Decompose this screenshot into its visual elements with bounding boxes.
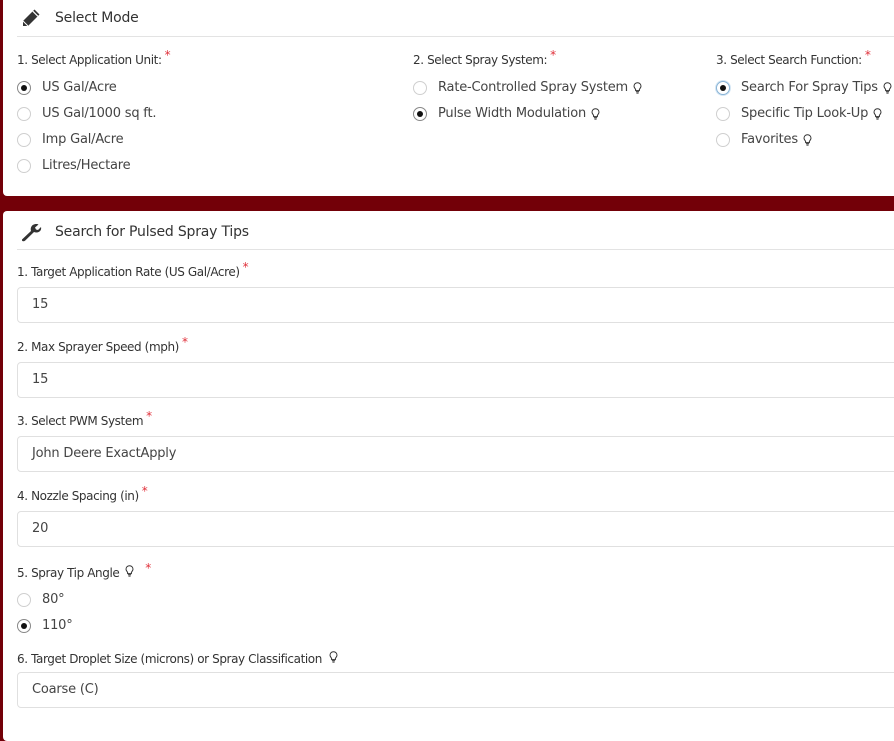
radio-button[interactable] <box>17 132 31 147</box>
application-unit-label-text: 1. Select Application Unit: <box>17 53 162 67</box>
tip-angle-label-text: 5. Spray Tip Angle <box>17 566 120 580</box>
radio-us-gal-acre[interactable]: US Gal/Acre <box>17 80 117 95</box>
radio-button[interactable] <box>17 106 31 121</box>
radio-label: Search For Spray Tips <box>741 80 878 95</box>
radio-label: Rate-Controlled Spray System <box>438 80 629 95</box>
lightbulb-icon[interactable] <box>329 651 338 663</box>
radio-litres-hectare[interactable]: Litres/Hectare <box>17 158 131 173</box>
tip-angle-label: 5. Spray Tip Angle * <box>17 561 151 580</box>
radio-favorites[interactable]: Favorites <box>716 132 812 147</box>
wrench-icon <box>19 221 43 243</box>
nozzle-spacing-input[interactable]: 20 <box>17 511 894 547</box>
radio-button[interactable] <box>17 158 31 173</box>
droplet-size-select[interactable]: Coarse (C) <box>17 672 894 708</box>
radio-angle-80[interactable]: 80° <box>17 592 65 607</box>
max-speed-label-text: 2. Max Sprayer Speed (mph) <box>17 340 179 354</box>
droplet-size-label: 6. Target Droplet Size (microns) or Spra… <box>17 651 338 666</box>
radio-search-spray-tips[interactable]: Search For Spray Tips <box>716 80 892 95</box>
search-pulsed-title: Search for Pulsed Spray Tips <box>55 224 249 240</box>
pwm-system-label-text: 3. Select PWM System <box>17 414 144 428</box>
select-mode-title: Select Mode <box>55 10 139 26</box>
required-asterisk: * <box>145 561 151 575</box>
lightbulb-icon[interactable] <box>591 108 600 120</box>
pwm-system-select[interactable]: John Deere ExactApply <box>17 436 894 472</box>
radio-button[interactable] <box>413 106 427 121</box>
radio-button[interactable] <box>716 106 730 121</box>
max-speed-label: 2. Max Sprayer Speed (mph) * <box>17 335 188 354</box>
radio-label: Specific Tip Look-Up <box>741 106 869 121</box>
select-mode-header: Select Mode <box>17 0 894 37</box>
application-rate-label: 1. Target Application Rate (US Gal/Acre)… <box>17 260 249 279</box>
required-asterisk: * <box>181 335 188 349</box>
select-mode-card: Select Mode 1. Select Application Unit: *… <box>3 0 894 196</box>
radio-button[interactable] <box>17 618 31 633</box>
droplet-size-label-text: 6. Target Droplet Size (microns) or Spra… <box>17 652 322 666</box>
search-function-label: 3. Select Search Function: * <box>716 48 871 67</box>
spray-system-label-text: 2. Select Spray System: <box>413 53 548 67</box>
spray-system-label: 2. Select Spray System: * <box>413 48 556 67</box>
lightbulb-icon[interactable] <box>873 108 882 120</box>
required-asterisk: * <box>164 48 171 62</box>
search-pulsed-tips-card: Search for Pulsed Spray Tips 1. Target A… <box>3 211 894 741</box>
required-asterisk: * <box>141 484 148 498</box>
radio-label: 80° <box>42 592 65 607</box>
application-rate-input[interactable]: 15 <box>17 287 894 323</box>
nozzle-spacing-label-text: 4. Nozzle Spacing (in) <box>17 489 139 503</box>
lightbulb-icon[interactable] <box>125 565 134 577</box>
search-function-label-text: 3. Select Search Function: <box>716 53 862 67</box>
radio-label: US Gal/Acre <box>42 80 117 95</box>
lightbulb-icon[interactable] <box>633 82 642 94</box>
radio-rate-controlled[interactable]: Rate-Controlled Spray System <box>413 80 642 95</box>
lightbulb-icon[interactable] <box>883 82 892 94</box>
required-asterisk: * <box>242 260 249 274</box>
radio-angle-110[interactable]: 110° <box>17 618 73 633</box>
radio-button[interactable] <box>716 80 730 95</box>
radio-label: US Gal/1000 sq ft. <box>42 106 157 121</box>
required-asterisk: * <box>550 48 556 62</box>
pencil-icon <box>19 7 43 29</box>
radio-label: Litres/Hectare <box>42 158 131 173</box>
application-rate-label-text: 1. Target Application Rate (US Gal/Acre) <box>17 265 240 279</box>
application-unit-label: 1. Select Application Unit: * <box>17 48 171 67</box>
radio-pulse-width-modulation[interactable]: Pulse Width Modulation <box>413 106 600 121</box>
pwm-system-label: 3. Select PWM System * <box>17 409 152 428</box>
required-asterisk: * <box>864 48 871 62</box>
lightbulb-icon[interactable] <box>803 134 812 146</box>
radio-button[interactable] <box>17 592 31 607</box>
radio-label: 110° <box>42 618 73 633</box>
radio-imp-gal-acre[interactable]: Imp Gal/Acre <box>17 132 124 147</box>
search-pulsed-header: Search for Pulsed Spray Tips <box>17 215 894 250</box>
radio-us-gal-1000sqft[interactable]: US Gal/1000 sq ft. <box>17 106 156 121</box>
required-asterisk: * <box>146 409 152 423</box>
radio-button[interactable] <box>716 132 730 147</box>
radio-button[interactable] <box>413 80 427 95</box>
radio-label: Favorites <box>741 132 798 147</box>
max-speed-input[interactable]: 15 <box>17 362 894 398</box>
nozzle-spacing-label: 4. Nozzle Spacing (in) * <box>17 484 148 503</box>
radio-button[interactable] <box>17 80 31 95</box>
radio-specific-tip-lookup[interactable]: Specific Tip Look-Up <box>716 106 882 121</box>
radio-label: Pulse Width Modulation <box>438 106 587 121</box>
radio-label: Imp Gal/Acre <box>42 132 124 147</box>
